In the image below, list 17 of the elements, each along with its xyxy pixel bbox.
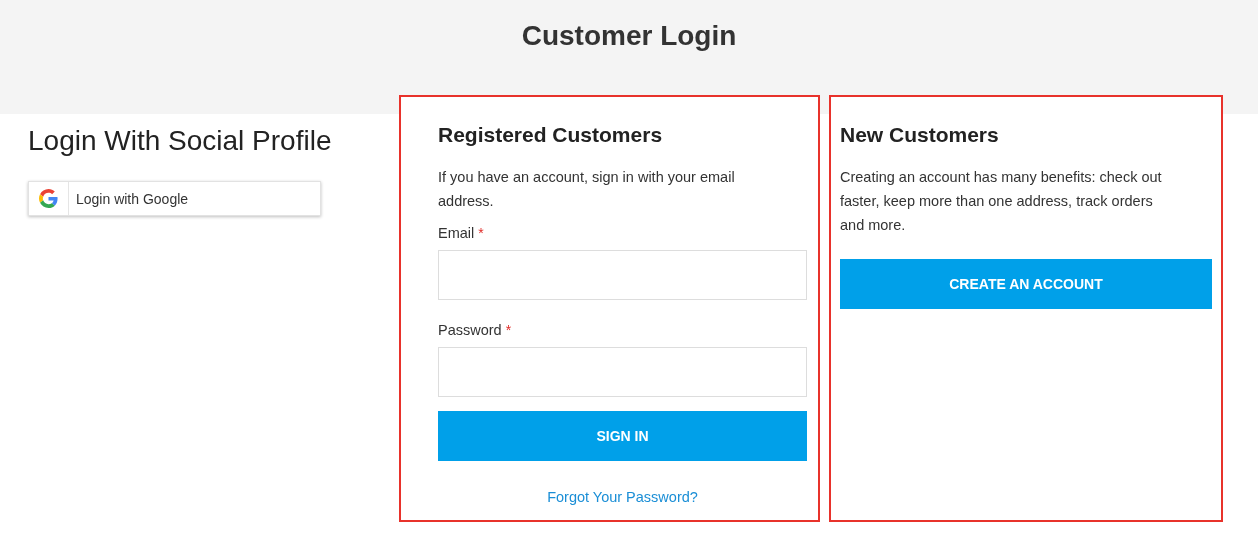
create-account-button[interactable]: CREATE AN ACCOUNT	[840, 259, 1212, 309]
panel-heading: New Customers	[840, 123, 1000, 147]
field-label: Password	[438, 322, 502, 338]
required-mark: *	[505, 322, 512, 338]
input-field[interactable]	[438, 347, 807, 397]
intro-text: If you have an account, sign in with your email address.	[438, 168, 736, 211]
sign-in-button[interactable]: SIGN IN	[438, 411, 807, 461]
section-heading: Login With Social Profile	[28, 125, 333, 157]
input-field[interactable]	[438, 250, 807, 300]
panel-heading: Registered Customers	[438, 123, 664, 147]
google-icon	[39, 189, 58, 208]
required-mark: *	[478, 225, 484, 241]
page-title: Customer Login	[521, 20, 737, 53]
forgot-password-link[interactable]: Forgot Your Password?	[547, 489, 698, 505]
intro-text: Creating an account has many benefits: check out faster, keep more than one address, track orders and more.	[840, 168, 1163, 235]
field-label: Email	[438, 225, 475, 241]
social-login-button[interactable]: Login with Google	[28, 181, 321, 216]
